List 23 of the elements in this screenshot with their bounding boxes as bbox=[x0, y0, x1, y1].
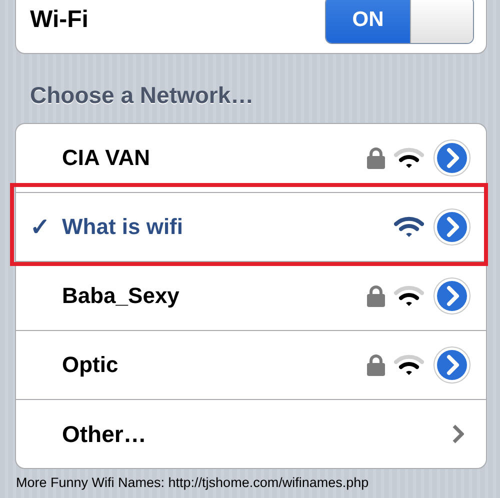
detail-disclosure-button[interactable] bbox=[433, 277, 471, 315]
network-row[interactable]: ✓ What is wifi bbox=[16, 193, 486, 261]
network-name: What is wifi bbox=[62, 214, 184, 240]
wifi-signal-icon bbox=[394, 147, 424, 169]
detail-disclosure-button[interactable] bbox=[433, 208, 471, 246]
network-name: CIA VAN bbox=[62, 145, 151, 171]
detail-disclosure-button[interactable] bbox=[433, 139, 471, 177]
wifi-signal-icon bbox=[394, 354, 424, 376]
detail-disclosure-button[interactable] bbox=[433, 346, 471, 384]
wifi-toggle[interactable]: ON bbox=[325, 0, 474, 44]
network-name: Optic bbox=[62, 352, 120, 378]
wifi-label: Wi-Fi bbox=[30, 6, 88, 34]
network-name: Baba_Sexy bbox=[62, 283, 180, 309]
network-row[interactable]: Baba_Sexy bbox=[16, 262, 486, 330]
chevron-icon bbox=[452, 424, 464, 444]
checkmark-icon: ✓ bbox=[30, 214, 50, 240]
network-row[interactable]: CIA VAN bbox=[16, 124, 486, 192]
section-title: Choose a Network… bbox=[30, 82, 254, 108]
wifi-signal-icon bbox=[394, 285, 424, 307]
network-row[interactable]: Optic bbox=[16, 331, 486, 399]
wifi-signal-icon bbox=[394, 216, 424, 238]
other-network-row[interactable]: Other… bbox=[16, 400, 486, 468]
caption: More Funny Wifi Names: http://tjshome.com/wifinames.php bbox=[16, 475, 370, 490]
